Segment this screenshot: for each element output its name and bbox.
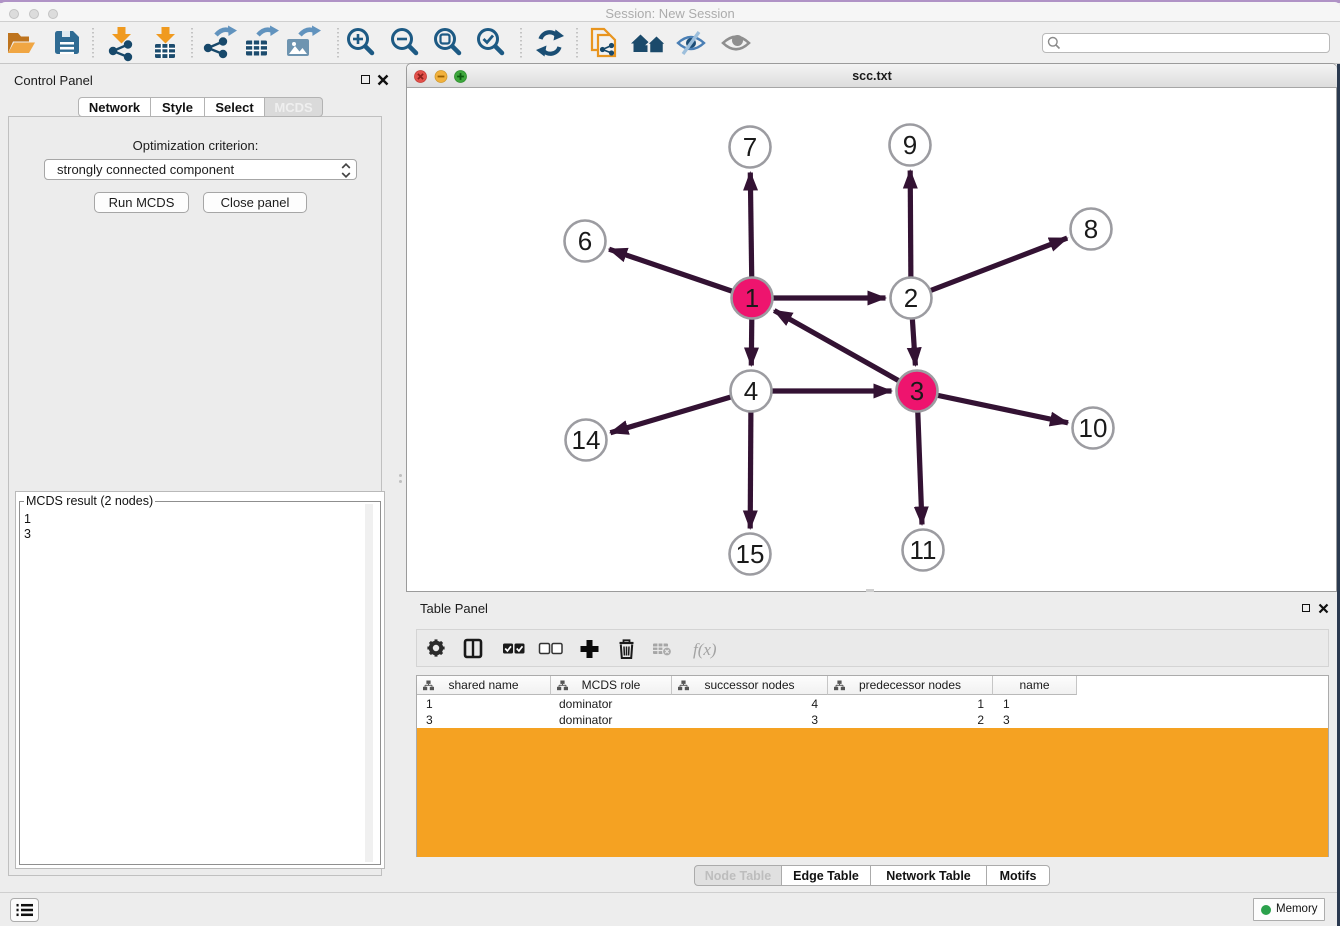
svg-text:10: 10 [1079,413,1108,443]
svg-text:f(x): f(x) [693,640,717,659]
svg-text:14: 14 [572,425,601,455]
svg-text:11: 11 [910,535,937,565]
svg-text:6: 6 [578,226,592,256]
svg-text:9: 9 [903,130,917,160]
svg-text:15: 15 [736,539,765,569]
svg-text:3: 3 [910,376,924,406]
svg-text:8: 8 [1084,214,1098,244]
svg-text:1: 1 [745,283,759,313]
svg-text:7: 7 [743,132,757,162]
svg-text:2: 2 [904,283,918,313]
svg-text:4: 4 [744,376,758,406]
